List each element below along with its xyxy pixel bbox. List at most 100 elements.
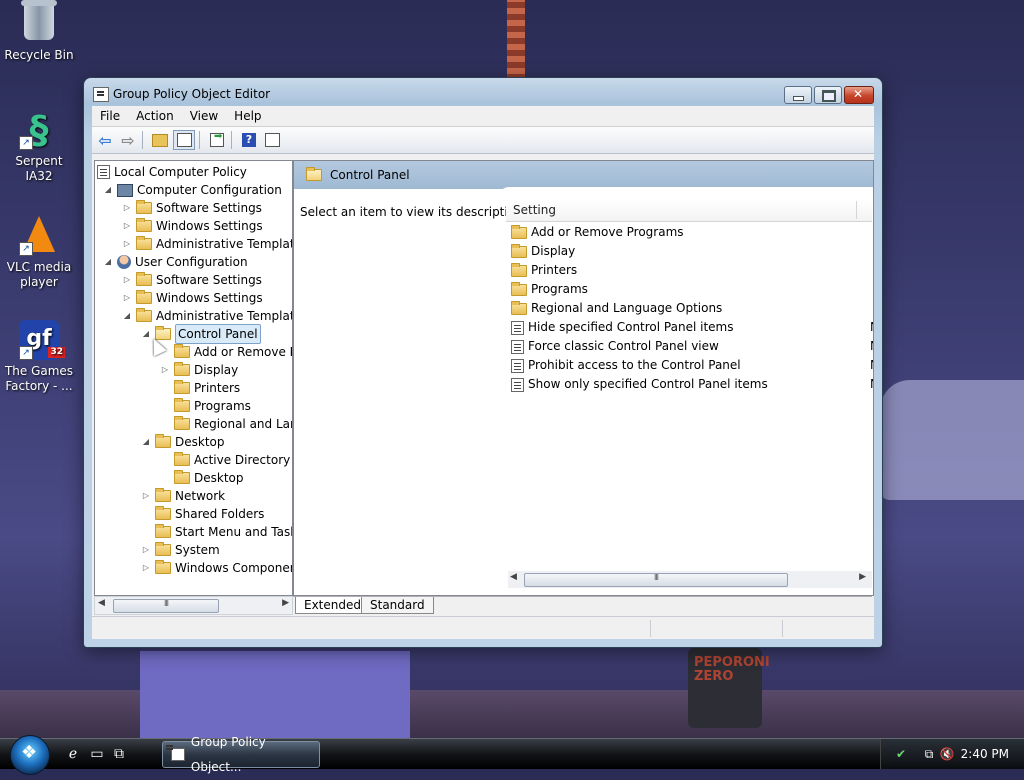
tree-horizontal-scrollbar[interactable]: ◀ ▶ — [94, 596, 293, 615]
menu-action[interactable]: Action — [128, 109, 182, 123]
start-button[interactable] — [10, 735, 50, 775]
tree-item[interactable]: ▷ System — [141, 541, 220, 559]
switch-windows-icon[interactable]: ⧉ — [110, 745, 128, 763]
expanded-arrow-icon[interactable]: ◢ — [103, 181, 113, 199]
setting-row[interactable]: Programs — [511, 280, 588, 299]
tree-item[interactable]: Start Menu and Task — [141, 523, 292, 541]
tree-item[interactable]: ▷ Windows Settings — [122, 217, 263, 235]
tree-item[interactable]: Regional and Lan — [160, 415, 292, 433]
collapsed-arrow-icon[interactable]: ▷ — [122, 271, 132, 289]
back-arrow-icon: ⇦ — [98, 130, 112, 150]
close-button[interactable] — [844, 86, 874, 104]
description-text: Select an item to view its description. — [300, 205, 527, 219]
scroll-right-icon[interactable]: ▶ — [282, 598, 289, 608]
tree-item[interactable]: Printers — [160, 379, 240, 397]
collapsed-arrow-icon[interactable]: ▷ — [141, 541, 151, 559]
tab-standard[interactable]: Standard — [361, 597, 434, 614]
details-header: Control Panel — [294, 161, 873, 189]
menu-help[interactable]: Help — [226, 109, 269, 123]
title-bar[interactable]: Group Policy Object Editor — [84, 78, 882, 108]
taskbar-button-gpedit[interactable]: Group Policy Object... — [162, 735, 320, 774]
setting-row[interactable]: Regional and Language Options — [511, 299, 722, 318]
details-list-tab — [499, 187, 873, 197]
setting-state: N — [870, 358, 873, 372]
setting-state: N — [870, 339, 873, 353]
scroll-left-icon[interactable]: ◀ — [98, 598, 105, 608]
desktop-icon-vlc[interactable]: ↗ VLC media player — [0, 214, 78, 290]
tree-item[interactable]: ▷ Windows Settings — [122, 289, 263, 307]
expanded-arrow-icon[interactable]: ◢ — [122, 307, 132, 325]
tree-item[interactable]: Programs — [160, 397, 251, 415]
folder-icon — [511, 281, 527, 296]
collapsed-arrow-icon[interactable]: ▷ — [122, 217, 132, 235]
wallpaper-can-text: PEPORONI ZERO — [694, 655, 770, 684]
tree-item[interactable]: ◢ Desktop — [141, 433, 225, 451]
collapsed-arrow-icon[interactable]: ▷ — [122, 289, 132, 307]
desktop-icon-recycle-bin[interactable]: Recycle Bin — [0, 0, 78, 63]
tree-item[interactable]: Local Computer Policy — [97, 163, 247, 181]
tab-extended[interactable]: Extended — [295, 597, 370, 614]
tree-item[interactable]: ▷ Software Settings — [122, 271, 262, 289]
collapsed-arrow-icon[interactable]: ▷ — [141, 487, 151, 505]
collapsed-arrow-icon[interactable]: ▷ — [122, 199, 132, 217]
tree-item[interactable]: ◢ User Configuration — [103, 253, 248, 271]
menu-view[interactable]: View — [182, 109, 226, 123]
menu-file[interactable]: File — [92, 109, 128, 123]
scroll-left-icon[interactable]: ◀ — [510, 572, 517, 582]
tree-item[interactable]: Desktop — [160, 469, 244, 487]
help-button[interactable]: ? — [239, 130, 259, 150]
properties-button[interactable] — [262, 130, 282, 150]
setting-row[interactable]: Force classic Control Panel view — [511, 337, 719, 356]
setting-row[interactable]: Show only specified Control Panel items — [511, 375, 768, 394]
tree-item-label: Display — [194, 363, 239, 377]
tree-item[interactable]: ◢ Administrative Template — [122, 307, 292, 325]
network-icon[interactable]: ⧉ — [921, 746, 937, 762]
tree-item[interactable]: ▷ Software Settings — [122, 199, 262, 217]
collapsed-arrow-icon[interactable]: ▷ — [122, 235, 132, 253]
column-divider[interactable] — [856, 201, 857, 219]
minimize-button[interactable] — [784, 86, 812, 104]
back-button[interactable]: ⇦ — [95, 130, 115, 150]
setting-row[interactable]: Prohibit access to the Control Panel — [511, 356, 741, 375]
setting-row[interactable]: Display — [511, 242, 575, 261]
export-list-button[interactable] — [207, 130, 227, 150]
folder-icon — [511, 300, 527, 315]
scroll-thumb[interactable] — [113, 599, 219, 613]
setting-row[interactable]: Hide specified Control Panel items — [511, 318, 733, 337]
setting-row[interactable]: Printers — [511, 261, 577, 280]
folder-icon — [155, 506, 171, 520]
desktop-icon-games-factory[interactable]: gf 32 ↗ The Games Factory - ... — [0, 320, 78, 394]
tree-item[interactable]: ▷ Windows Componer — [141, 559, 292, 577]
setting-label: Regional and Language Options — [531, 301, 723, 315]
tree-item[interactable]: ▷ Administrative Template — [122, 235, 292, 253]
scroll-right-icon[interactable]: ▶ — [859, 572, 866, 582]
scroll-thumb[interactable] — [524, 573, 788, 587]
desktop-icon-serpent[interactable]: § ↗ Serpent IA32 — [0, 110, 78, 184]
column-header-setting[interactable]: Setting — [506, 199, 872, 222]
tree-item[interactable]: ▷ Network — [141, 487, 225, 505]
show-hide-tree-button[interactable] — [173, 130, 195, 150]
setting-label: Force classic Control Panel view — [528, 339, 719, 353]
show-desktop-icon[interactable]: ▭ — [88, 745, 106, 763]
tree-item[interactable]: ◢ Computer Configuration — [103, 181, 282, 199]
view-tabs: Extended Standard — [293, 596, 872, 615]
maximize-button[interactable] — [814, 86, 842, 104]
tree-item[interactable]: Shared Folders — [141, 505, 264, 523]
folder-icon — [155, 434, 171, 448]
expanded-arrow-icon[interactable]: ◢ — [141, 433, 151, 451]
collapsed-arrow-icon[interactable]: ▷ — [160, 361, 170, 379]
folder-icon — [136, 308, 152, 322]
safely-remove-icon[interactable]: ✔ — [893, 746, 909, 762]
tree-item[interactable]: Active Directory — [160, 451, 290, 469]
tree-item[interactable]: ▷ Display — [160, 361, 238, 379]
list-horizontal-scrollbar[interactable]: ◀ ▶ — [508, 571, 872, 588]
internet-explorer-icon[interactable]: ℯ — [64, 745, 82, 763]
collapsed-arrow-icon[interactable]: ▷ — [141, 559, 151, 577]
expanded-arrow-icon[interactable]: ◢ — [103, 253, 113, 271]
forward-button[interactable]: ⇨ — [118, 130, 138, 150]
volume-muted-icon[interactable]: 🔇 — [939, 746, 955, 762]
up-one-level-button[interactable] — [150, 130, 170, 150]
clock[interactable]: 2:40 PM — [961, 747, 1009, 761]
tree-item[interactable]: Add or Remove P — [160, 343, 292, 361]
setting-row[interactable]: Add or Remove Programs — [511, 223, 684, 242]
